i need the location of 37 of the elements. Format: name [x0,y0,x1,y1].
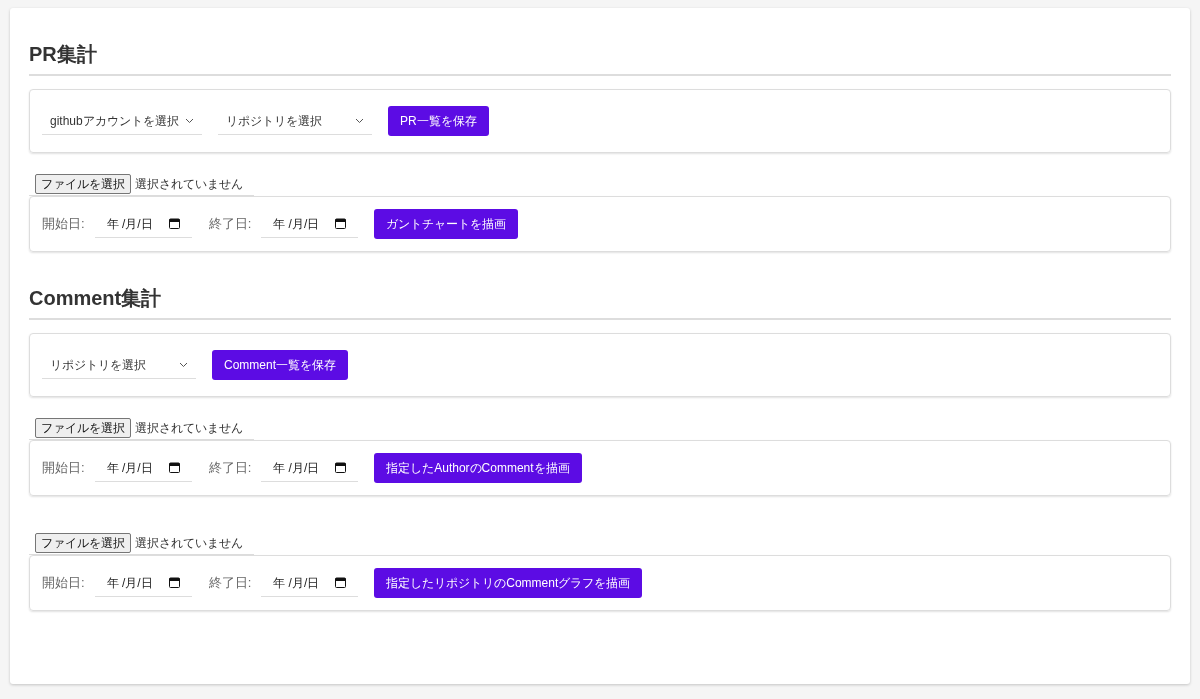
date-field[interactable]: 年 /月/日 [94,569,192,597]
calendar-icon[interactable] [168,577,180,588]
start-date-label: 開始日: [42,459,85,478]
chevron-down-icon [355,117,364,124]
end-date-label: 終了日: [208,459,252,478]
action-button[interactable]: Comment一覧を保存 [212,350,348,380]
date-field[interactable]: 年 /月/日 [261,454,359,482]
start-date-label: 開始日: [42,574,85,593]
calendar-icon[interactable] [168,218,180,229]
action-button[interactable]: 指定したリポジトリのCommentグラフを描画 [374,568,643,598]
end-date-label: 終了日: [208,215,252,234]
section-title: Comment集計 [29,284,1171,320]
file-status-text: 選択されていません [135,535,243,552]
select-dropdown[interactable]: リポジトリを選択 [218,107,372,135]
start-date-label: 開始日: [42,215,85,234]
action-button[interactable]: ガントチャートを描画 [374,209,519,239]
calendar-icon[interactable] [168,462,180,473]
date-field[interactable]: 年 /月/日 [94,454,192,482]
calendar-icon[interactable] [335,462,347,473]
select-dropdown[interactable]: リポジトリを選択 [42,351,196,379]
file-choose-button[interactable]: ファイルを選択 [35,174,131,194]
file-choose-button[interactable]: ファイルを選択 [35,418,131,438]
date-field[interactable]: 年 /月/日 [261,210,359,238]
chevron-down-icon [179,361,188,368]
calendar-icon[interactable] [335,218,347,229]
action-button[interactable]: PR一覧を保存 [388,106,489,136]
select-dropdown[interactable]: githubアカウントを選択 [42,107,202,135]
date-field[interactable]: 年 /月/日 [261,569,359,597]
file-status-text: 選択されていません [135,176,243,193]
file-choose-button[interactable]: ファイルを選択 [35,533,131,553]
action-button[interactable]: 指定したAuthorのCommentを描画 [374,453,582,483]
file-status-text: 選択されていません [135,420,243,437]
calendar-icon[interactable] [335,577,347,588]
end-date-label: 終了日: [208,574,252,593]
section-title: PR集計 [29,40,1171,76]
date-field[interactable]: 年 /月/日 [94,210,192,238]
chevron-down-icon [185,117,194,124]
